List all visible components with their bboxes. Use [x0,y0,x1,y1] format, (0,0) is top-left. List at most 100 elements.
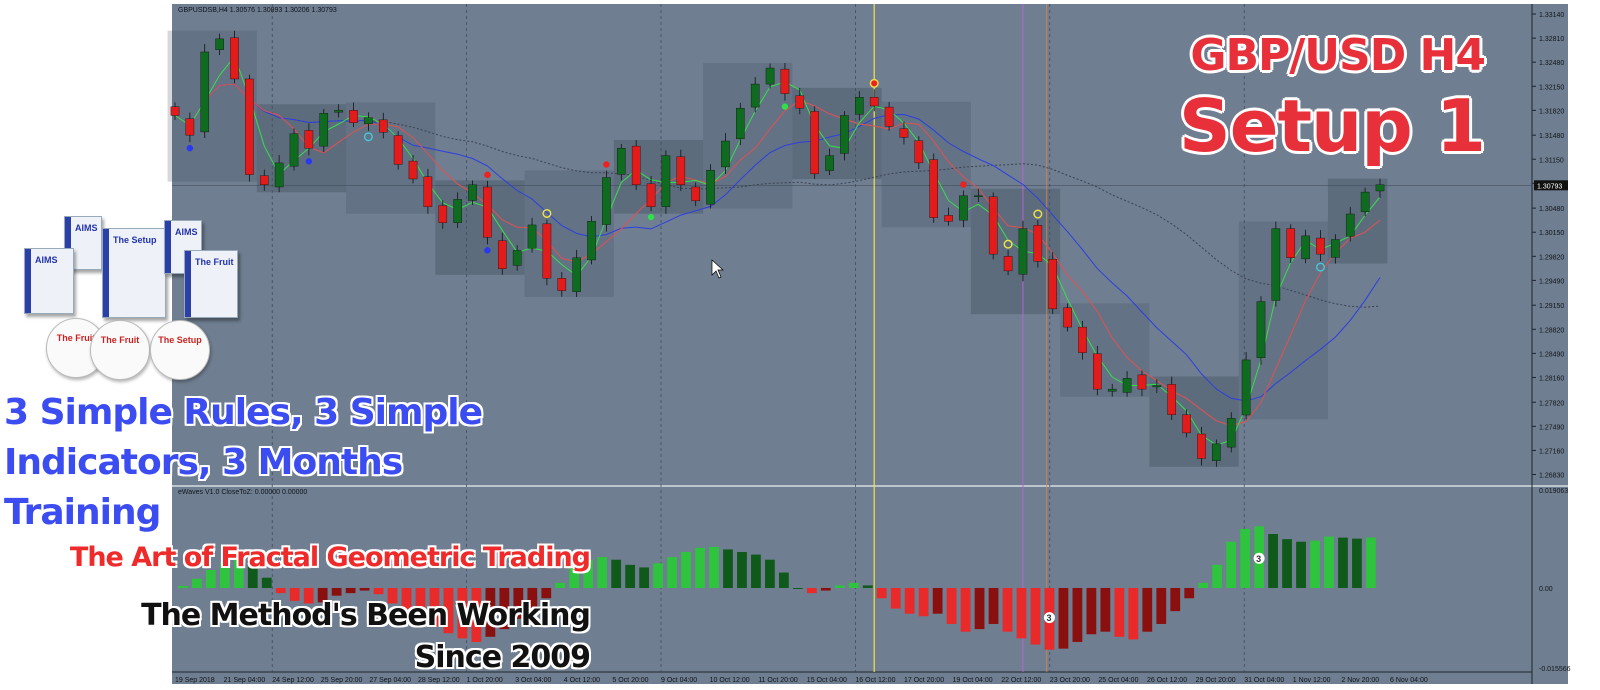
histogram-bar [848,582,859,588]
candle-body [661,155,671,207]
blue-signal-dot [484,247,491,254]
histogram-bar [1072,587,1083,642]
time-tick-label: 25 Sep 20:00 [321,677,363,684]
histogram-bar [667,557,677,588]
candle-body [1212,443,1221,461]
candle-body [929,159,938,218]
histogram-bar [331,587,342,596]
histogram-bar [876,587,887,599]
price-tick-label: 1.32480 [1539,60,1564,67]
candle-body [1316,237,1325,255]
candle-body [185,118,195,136]
histogram-bar [1212,564,1223,588]
overlay-setup-title: Setup 1 [1178,84,1486,168]
histogram-bar [806,587,817,594]
candle-body [602,177,611,225]
price-tick-label: 1.31820 [1539,108,1564,115]
candle-body [1107,388,1117,392]
time-tick-label: 27 Sep 04:00 [369,677,411,684]
time-tick-label: 5 Oct 20:00 [612,677,648,684]
histogram-bar [918,587,929,617]
candle-body [721,140,730,168]
histogram-bar [1282,539,1292,588]
histogram-bar [723,549,733,588]
wave-count-label: 3 [1256,554,1261,564]
candle-body [230,37,239,80]
fractal-zone [881,101,971,228]
candle-body [304,130,314,149]
candle-body [319,113,329,147]
histogram-bar [1240,528,1251,588]
histogram-bar [1030,587,1041,645]
current-price-label: 1.30793 [1537,183,1562,190]
candle-body [393,135,403,165]
histogram-bar [820,587,831,591]
histogram-bar [1310,540,1320,588]
green-signal-dot [647,213,655,221]
indicator-tick-label: -0.015566 [1539,666,1571,673]
red-signal-dot [484,171,491,179]
candle-body [1182,414,1191,434]
histogram-bar [373,587,384,595]
candle-body [1003,256,1013,272]
histogram-bar [653,563,663,588]
candle-body [1301,235,1310,260]
histogram-bar [345,587,356,594]
candle-body [378,119,388,133]
candle-body [959,195,968,221]
candle-body [1226,418,1236,448]
candle-body [349,110,358,123]
histogram-bar [1114,587,1125,637]
candle-body [736,107,745,140]
fractal-zone [1060,303,1150,397]
histogram-bar [1086,587,1097,635]
histogram-bar [1338,537,1348,588]
histogram-bar [359,587,370,591]
histogram-bar [1198,582,1209,588]
candle-body [869,97,879,107]
candle-body [1167,384,1177,415]
price-tick-label: 1.27160 [1539,448,1564,455]
candle-body [1063,307,1072,328]
candle-body [215,38,224,50]
fractal-zone [792,87,882,180]
time-tick-label: 31 Oct 04:00 [1244,677,1284,684]
dvd-disc-right: The Setup [150,320,210,380]
price-tick-label: 1.28820 [1539,327,1564,334]
time-tick-label: 9 Oct 04:00 [661,677,697,684]
histogram-bar [261,577,272,588]
histogram-bar [709,546,719,588]
histogram-bar [1366,537,1376,588]
time-tick-label: 25 Oct 04:00 [1098,677,1138,684]
candle-body [512,250,522,266]
candle-body [587,221,596,261]
fractal-zone [256,104,347,193]
time-tick-label: 6 Nov 04:00 [1390,677,1428,684]
candle-body [1033,225,1043,262]
price-tick-label: 1.30480 [1539,206,1564,213]
candle-body [1256,301,1266,358]
candle-body [765,67,775,85]
candle-body [497,240,507,269]
candle-body [572,257,581,292]
candle-body [899,128,909,138]
fractal-zone [167,30,257,182]
histogram-bar [904,587,915,614]
histogram-bar [1184,587,1195,599]
price-tick-label: 1.28490 [1539,351,1564,358]
histogram-bar [890,587,901,609]
histogram-bar [1170,587,1181,612]
candle-body [1197,433,1206,459]
candle-body [1271,228,1281,301]
candle-body [1375,184,1385,192]
fractal-zone [613,139,704,214]
histogram-bar [555,582,566,588]
time-tick-label: 1 Nov 12:00 [1293,677,1331,684]
histogram-bar [1268,534,1278,588]
headline-line-2: Indicators, 3 Months [4,442,403,483]
histogram-bar [751,554,761,588]
histogram-bar [737,552,747,588]
time-tick-label: 17 Oct 20:00 [904,677,944,684]
book-left: AIMS [24,248,74,314]
histogram-bar [765,559,775,588]
